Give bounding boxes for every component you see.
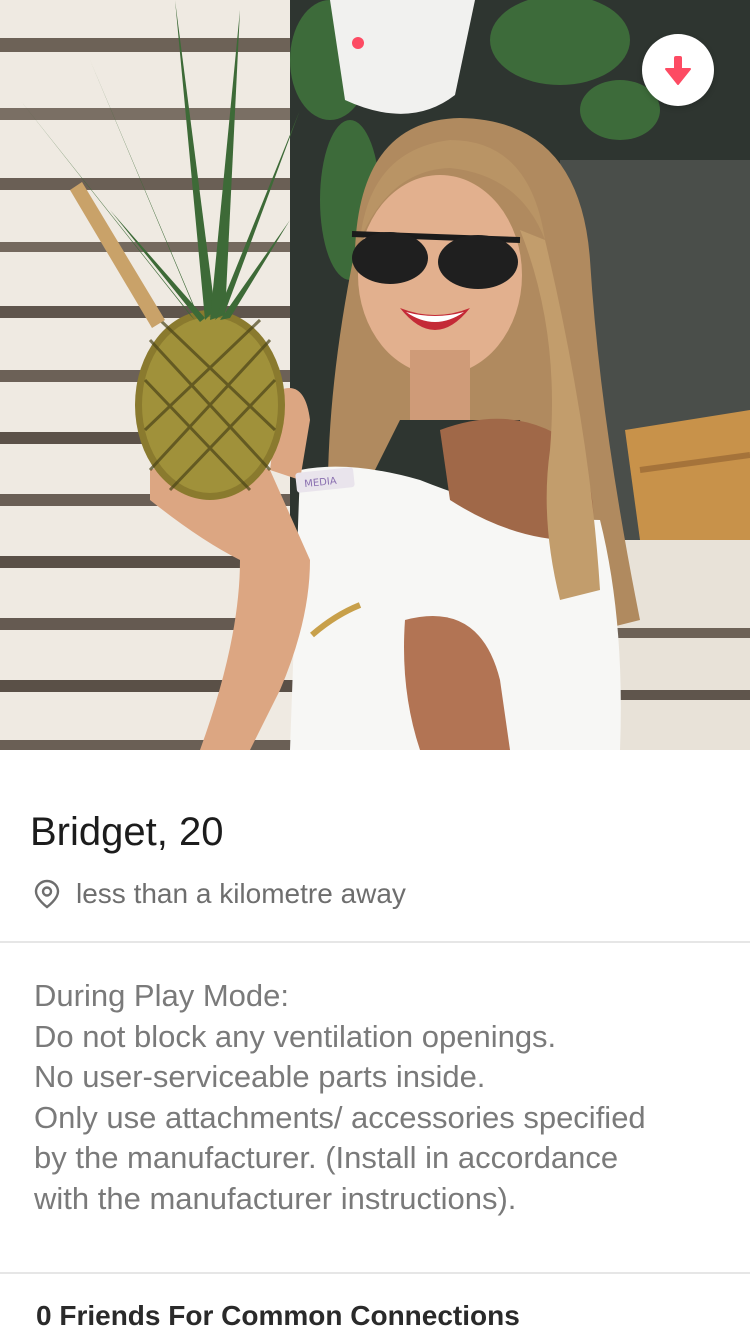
photo-illustration: MEDIA: [0, 0, 750, 750]
collapse-profile-button[interactable]: [642, 34, 714, 106]
indicator-dot: [352, 37, 364, 49]
profile-photo[interactable]: MEDIA: [0, 0, 750, 750]
profile-screen: MEDIA Bridget, 20 less than a kilometre …: [0, 0, 750, 1334]
profile-bio: During Play Mode: Do not block any venti…: [34, 976, 724, 1220]
bio-line: with the manufacturer instructions).: [34, 1180, 517, 1216]
bio-line: No user-serviceable parts inside.: [34, 1059, 486, 1095]
divider: [0, 941, 750, 943]
bio-line: Only use attachments/ accessories specif…: [34, 1099, 646, 1135]
common-connections-header: 0 Friends For Common Connections: [36, 1300, 520, 1331]
bio-line: During Play Mode:: [34, 978, 290, 1013]
distance-row: less than a kilometre away: [34, 874, 406, 914]
profile-name-age: Bridget, 20: [30, 810, 224, 854]
location-pin-icon: [34, 879, 60, 909]
distance-label: less than a kilometre away: [76, 878, 406, 909]
bio-line: by the manufacturer. (Install in accorda…: [34, 1140, 619, 1176]
arrow-down-icon: [665, 56, 691, 85]
divider: [0, 1272, 750, 1274]
bio-line: Do not block any ventilation openings.: [34, 1018, 557, 1054]
